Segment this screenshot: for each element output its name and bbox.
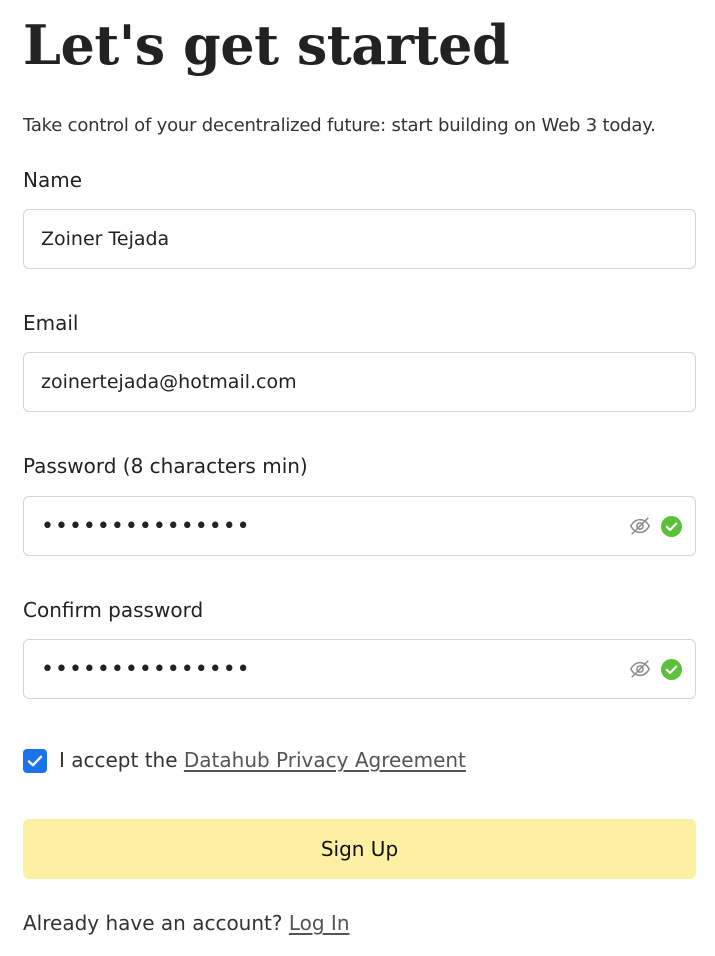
name-input[interactable] (24, 210, 695, 268)
privacy-agreement-text: I accept the Datahub Privacy Agreement (59, 747, 466, 773)
name-field-box (23, 209, 696, 269)
eye-off-icon[interactable] (629, 515, 651, 537)
name-label: Name (23, 168, 83, 192)
check-circle-icon (661, 516, 682, 537)
privacy-agreement-checkbox[interactable] (23, 749, 47, 773)
checkmark-icon (27, 755, 43, 767)
password-input[interactable] (24, 497, 695, 555)
login-prompt: Already have an account? Log In (23, 910, 350, 936)
check-circle-icon (661, 659, 682, 680)
login-prompt-text: Already have an account? (23, 911, 283, 935)
confirm-password-field-box (23, 639, 696, 699)
password-field-box (23, 496, 696, 556)
password-label: Password (8 characters min) (23, 454, 308, 478)
privacy-agreement-link[interactable]: Datahub Privacy Agreement (184, 748, 466, 772)
log-in-link[interactable]: Log In (289, 911, 350, 935)
email-input[interactable] (24, 353, 695, 411)
confirm-password-input[interactable] (24, 640, 695, 698)
confirm-password-label: Confirm password (23, 598, 204, 622)
sign-up-button[interactable]: Sign Up (23, 819, 696, 879)
page-subtitle: Take control of your decentralized futur… (23, 115, 656, 136)
email-label: Email (23, 311, 79, 335)
email-field-box (23, 352, 696, 412)
privacy-agreement-prefix: I accept the (59, 748, 178, 772)
eye-off-icon[interactable] (629, 658, 651, 680)
page-title: Let's get started (23, 13, 510, 77)
